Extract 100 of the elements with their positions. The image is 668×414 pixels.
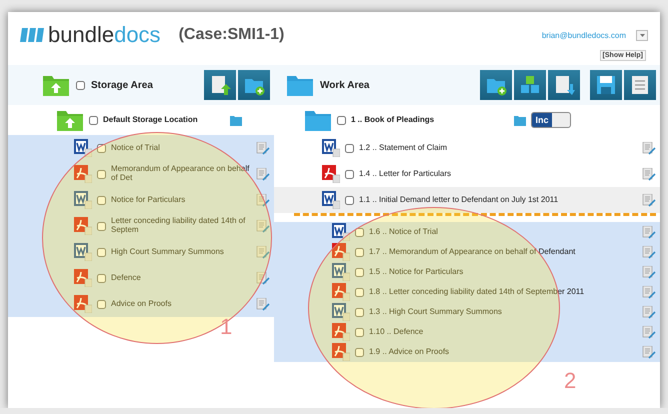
edit-icon[interactable]	[256, 142, 270, 154]
checkbox[interactable]	[89, 116, 98, 124]
checkbox[interactable]	[337, 116, 346, 124]
annotation-number: 1	[220, 314, 232, 340]
checkbox[interactable]	[355, 268, 364, 276]
document-name[interactable]: 1.4 .. Letter for Particulars	[359, 170, 637, 178]
document-name[interactable]: Defence	[111, 274, 251, 282]
document-row[interactable]: 1.10 .. Defence	[274, 322, 660, 342]
folder-icon	[42, 73, 70, 97]
folder-icon[interactable]	[230, 114, 242, 126]
list-icon	[629, 74, 651, 96]
edit-icon[interactable]	[642, 226, 656, 238]
edit-icon[interactable]	[256, 220, 270, 232]
document-row[interactable]: Notice for Particulars	[8, 187, 274, 213]
document-upload-icon	[209, 74, 231, 96]
document-name[interactable]: Advice on Proofs	[111, 300, 251, 308]
add-folder-button[interactable]	[480, 70, 512, 100]
folder-icon	[56, 108, 84, 132]
checkbox[interactable]	[97, 144, 106, 152]
logo-icon	[20, 26, 44, 44]
annotation-number: 2	[564, 368, 576, 394]
edit-icon[interactable]	[642, 194, 656, 206]
upload-button[interactable]	[204, 70, 236, 100]
document-name[interactable]: 1.9 .. Advice on Proofs	[369, 348, 637, 356]
document-name[interactable]: Letter conceding liability dated 14th of Septem	[111, 217, 251, 235]
document-name[interactable]: 1.6 .. Notice of Trial	[369, 228, 637, 236]
dropdown-button[interactable]	[636, 30, 648, 40]
checkbox[interactable]	[355, 248, 364, 256]
edit-icon[interactable]	[642, 266, 656, 278]
edit-icon[interactable]	[642, 326, 656, 338]
edit-icon[interactable]	[256, 298, 270, 310]
word-document-icon	[322, 139, 340, 157]
checkbox[interactable]	[355, 308, 364, 316]
document-name[interactable]: Notice for Particulars	[111, 196, 251, 204]
checkbox[interactable]	[97, 170, 106, 178]
checkbox[interactable]	[355, 228, 364, 236]
checkbox[interactable]	[345, 196, 354, 204]
checkbox[interactable]	[97, 300, 106, 308]
folder-name[interactable]: 1 .. Book of Pleadings	[351, 116, 509, 124]
pdf-document-icon	[332, 243, 350, 261]
cubes-button[interactable]	[514, 70, 546, 100]
document-row[interactable]: 1.7 .. Memorandum of Appearance on behalf of Defendant	[274, 242, 660, 262]
document-name[interactable]: High Court Summary Summons	[111, 248, 251, 256]
edit-icon[interactable]	[642, 246, 656, 258]
document-row[interactable]: High Court Summary Summons	[8, 239, 274, 265]
word-document-icon	[332, 223, 350, 241]
document-row[interactable]: Letter conceding liability dated 14th of Septem	[8, 213, 274, 239]
word-document-icon	[322, 191, 340, 209]
folder-icon[interactable]	[514, 114, 526, 126]
checkbox[interactable]	[97, 196, 106, 204]
edit-icon[interactable]	[256, 246, 270, 258]
word-document-icon	[332, 303, 350, 321]
checkbox[interactable]	[345, 170, 354, 178]
checkbox[interactable]	[97, 248, 106, 256]
checkbox[interactable]	[97, 274, 106, 282]
edit-icon[interactable]	[642, 168, 656, 180]
folder-icon	[286, 73, 314, 97]
document-name[interactable]: 1.1 .. Initial Demand letter to Defendant on July 1st 2011	[359, 196, 637, 204]
pdf-document-icon	[74, 295, 92, 313]
document-row[interactable]: Notice of Trial	[8, 135, 274, 161]
edit-icon[interactable]	[256, 168, 270, 180]
checkbox[interactable]	[345, 144, 354, 152]
folder-name[interactable]: Default Storage Location	[103, 116, 225, 124]
edit-icon[interactable]	[256, 194, 270, 206]
document-name[interactable]: 1.7 .. Memorandum of Appearance on behalf of Defendant	[369, 248, 637, 256]
user-email-link[interactable]: brian@bundledocs.com	[542, 30, 626, 40]
edit-icon[interactable]	[642, 142, 656, 154]
document-name[interactable]: 1.3 .. High Court Summary Summons	[369, 308, 637, 316]
pdf-document-icon	[322, 165, 340, 183]
document-row[interactable]: Advice on Proofs	[8, 291, 274, 317]
save-button[interactable]	[590, 70, 622, 100]
document-row[interactable]: 1.3 .. High Court Summary Summons	[274, 302, 660, 322]
caret-icon	[640, 34, 644, 36]
word-document-icon	[74, 243, 92, 261]
document-name[interactable]: Notice of Trial	[111, 144, 251, 152]
document-name[interactable]: 1.2 .. Statement of Claim	[359, 144, 637, 152]
document-row[interactable]: 1.5 .. Notice for Particulars	[274, 262, 660, 282]
checkbox[interactable]	[355, 328, 364, 336]
document-name[interactable]: 1.10 .. Defence	[369, 328, 637, 336]
checkbox[interactable]	[355, 348, 364, 356]
list-button[interactable]	[624, 70, 656, 100]
document-row[interactable]: 1.9 .. Advice on Proofs	[274, 342, 660, 362]
edit-icon[interactable]	[256, 272, 270, 284]
edit-icon[interactable]	[642, 286, 656, 298]
document-row[interactable]: 1.1 .. Initial Demand letter to Defendant on July 1st 2011	[274, 187, 660, 213]
add-folder-button[interactable]	[238, 70, 270, 100]
document-row[interactable]: 1.6 .. Notice of Trial	[274, 222, 660, 242]
document-row[interactable]: Defence	[8, 265, 274, 291]
word-document-icon	[332, 263, 350, 281]
download-button[interactable]	[548, 70, 580, 100]
checkbox[interactable]	[355, 288, 364, 296]
document-name[interactable]: 1.5 .. Notice for Particulars	[369, 268, 637, 276]
checkbox[interactable]	[97, 222, 106, 230]
cubes-icon	[519, 74, 541, 96]
edit-icon[interactable]	[642, 346, 656, 358]
edit-icon[interactable]	[642, 306, 656, 318]
word-document-icon	[74, 139, 92, 157]
include-toggle[interactable]: Inc	[531, 112, 571, 128]
checkbox[interactable]	[76, 80, 85, 90]
panel-title: Work Area	[320, 80, 370, 90]
